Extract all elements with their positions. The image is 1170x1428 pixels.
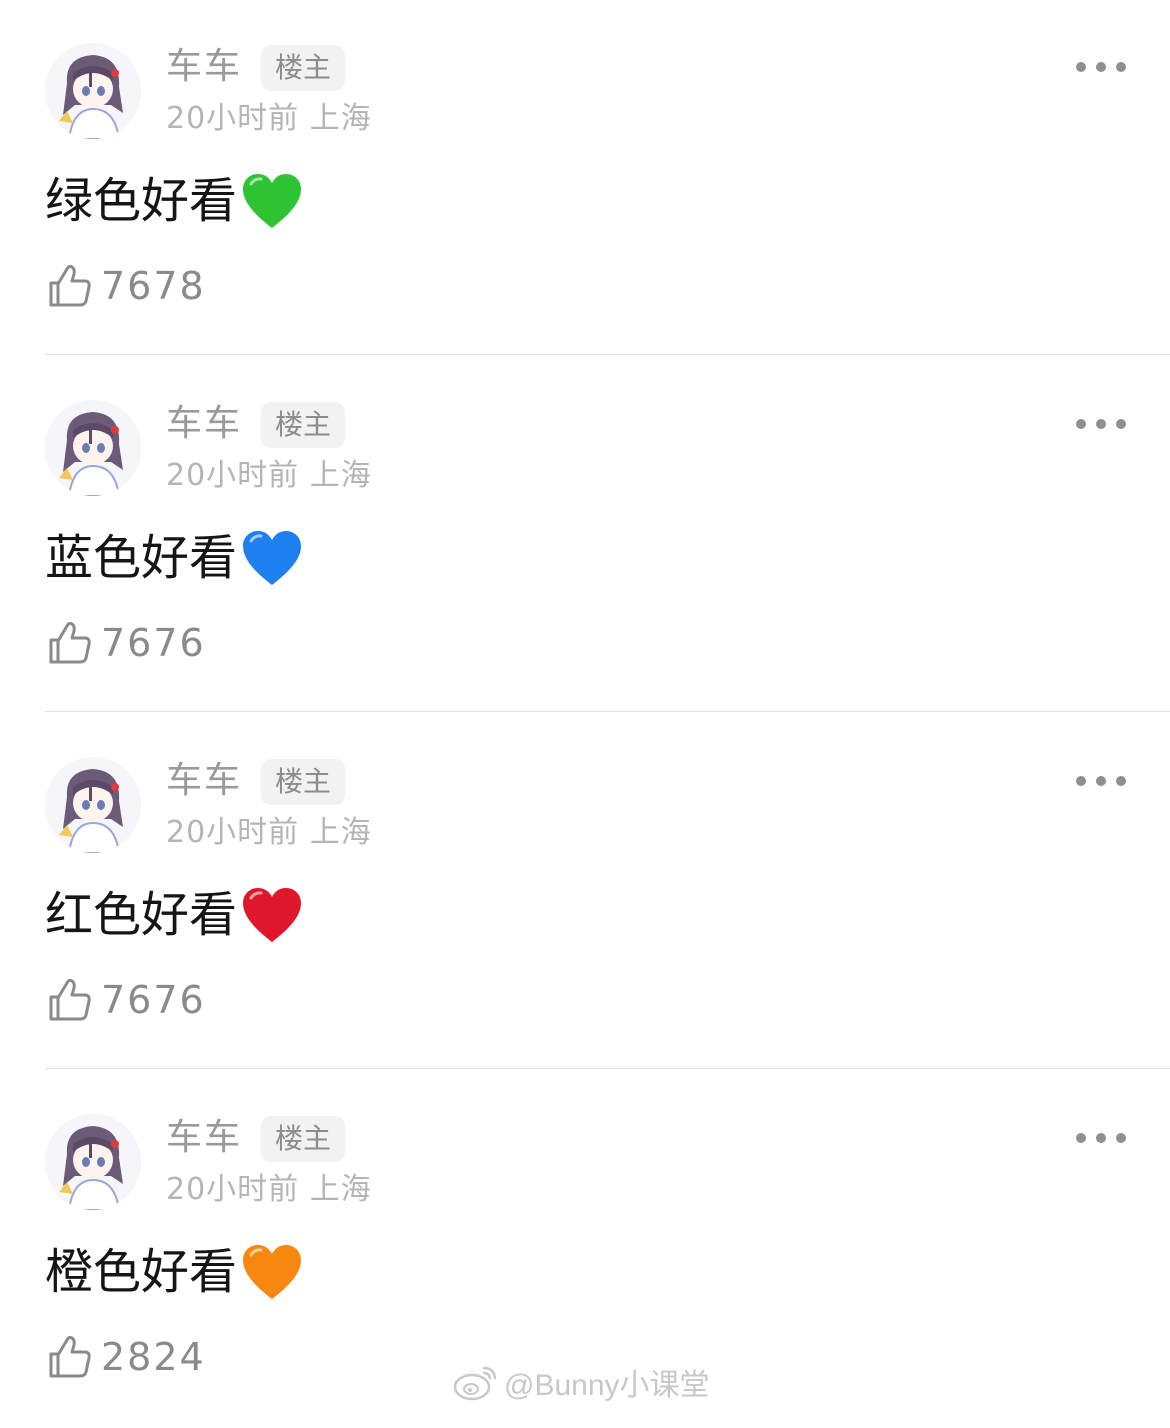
more-options-button[interactable]: [1076, 771, 1126, 791]
watermark: @Bunny小课堂: [452, 1361, 710, 1403]
watermark-text: @Bunny小课堂: [504, 1369, 710, 1402]
comment-body: 红色好看: [45, 884, 303, 946]
more-dot-icon: [1096, 776, 1106, 786]
comment-item: 车车 楼主 20小时前 上海 绿色好看 7678: [0, 0, 1170, 357]
orange-heart-icon: [243, 1245, 302, 1299]
username[interactable]: 车车: [166, 401, 242, 447]
op-badge: 楼主: [261, 759, 345, 805]
comment-body: 蓝色好看: [45, 527, 303, 589]
more-dot-icon: [1096, 1133, 1106, 1143]
like-count: 2824: [101, 1335, 206, 1379]
username[interactable]: 车车: [166, 44, 242, 90]
comment-text: 红色好看: [45, 887, 238, 943]
comment-meta: 20小时前 上海: [166, 458, 372, 493]
comment-text: 绿色好看: [45, 173, 238, 229]
more-dot-icon: [1116, 419, 1126, 429]
divider: [45, 354, 1170, 355]
red-heart-icon: [243, 888, 302, 942]
avatar[interactable]: [45, 43, 141, 139]
more-dot-icon: [1116, 62, 1126, 72]
comment-meta: 20小时前 上海: [166, 815, 372, 850]
more-dot-icon: [1096, 62, 1106, 72]
avatar[interactable]: [45, 757, 141, 853]
thumbs-up-icon: [49, 264, 91, 307]
more-options-button[interactable]: [1076, 1128, 1126, 1148]
comment-meta: 20小时前 上海: [166, 101, 372, 136]
like-button[interactable]: 7676: [47, 619, 206, 667]
more-dot-icon: [1076, 776, 1086, 786]
more-dot-icon: [1076, 419, 1086, 429]
more-dot-icon: [1076, 1133, 1086, 1143]
username[interactable]: 车车: [166, 1115, 242, 1161]
comment-text: 蓝色好看: [45, 530, 238, 586]
weibo-icon: [453, 1366, 497, 1401]
thumbs-up-icon: [49, 978, 91, 1021]
avatar[interactable]: [45, 1114, 141, 1210]
more-dot-icon: [1096, 419, 1106, 429]
comment-meta: 20小时前 上海: [166, 1172, 372, 1207]
like-button[interactable]: 7678: [47, 262, 206, 310]
comment-text: 橙色好看: [45, 1244, 238, 1300]
like-count: 7678: [101, 264, 206, 308]
more-dot-icon: [1076, 62, 1086, 72]
like-count: 7676: [101, 978, 206, 1022]
op-badge: 楼主: [261, 1116, 345, 1162]
thumbs-up-icon: [49, 621, 91, 664]
comment-body: 橙色好看: [45, 1241, 303, 1303]
username[interactable]: 车车: [166, 758, 242, 804]
comment-item: 车车 楼主 20小时前 上海 蓝色好看 7676: [0, 357, 1170, 714]
thumbs-up-icon: [49, 1335, 91, 1378]
comment-item: 车车 楼主 20小时前 上海 红色好看 7676: [0, 714, 1170, 1071]
blue-heart-icon: [243, 531, 302, 585]
comment-body: 绿色好看: [45, 170, 303, 232]
more-dot-icon: [1116, 776, 1126, 786]
green-heart-icon: [243, 174, 302, 228]
like-count: 7676: [101, 621, 206, 665]
divider: [45, 711, 1170, 712]
more-dot-icon: [1116, 1133, 1126, 1143]
avatar[interactable]: [45, 400, 141, 496]
like-button[interactable]: 7676: [47, 976, 206, 1024]
more-options-button[interactable]: [1076, 57, 1126, 77]
like-button[interactable]: 2824: [47, 1333, 206, 1381]
op-badge: 楼主: [261, 402, 345, 448]
divider: [45, 1068, 1170, 1069]
more-options-button[interactable]: [1076, 414, 1126, 434]
op-badge: 楼主: [261, 45, 345, 91]
